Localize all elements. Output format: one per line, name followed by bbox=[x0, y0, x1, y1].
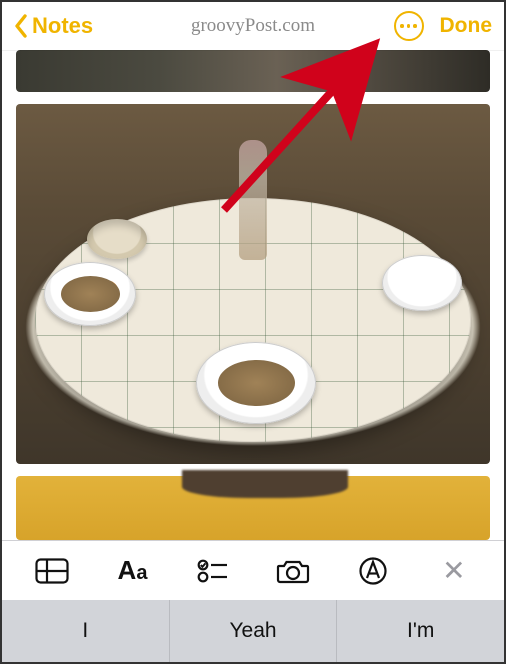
camera-button[interactable] bbox=[271, 549, 315, 593]
header-bar: Notes groovyPost.com Done bbox=[2, 2, 504, 50]
text-format-button[interactable]: Aa bbox=[110, 549, 154, 593]
table-icon bbox=[35, 558, 69, 584]
suggestion-item[interactable]: I'm bbox=[337, 600, 504, 662]
checklist-button[interactable] bbox=[191, 549, 235, 593]
checklist-icon bbox=[197, 558, 229, 584]
annotation-arrow bbox=[214, 50, 414, 235]
suggestion-item[interactable]: I bbox=[2, 600, 170, 662]
done-button[interactable]: Done bbox=[440, 14, 493, 38]
markup-icon bbox=[358, 556, 388, 586]
watermark-text: groovyPost.com bbox=[191, 15, 315, 37]
chevron-left-icon bbox=[14, 14, 28, 38]
suggestion-item[interactable]: Yeah bbox=[170, 600, 338, 662]
more-options-button[interactable] bbox=[394, 11, 424, 41]
text-format-icon: Aa bbox=[118, 555, 148, 586]
back-label: Notes bbox=[32, 13, 93, 39]
markup-button[interactable] bbox=[351, 549, 395, 593]
close-toolbar-button[interactable]: ✕ bbox=[432, 549, 476, 593]
keyboard-suggestions-bar: I Yeah I'm bbox=[2, 600, 504, 662]
table-button[interactable] bbox=[30, 549, 74, 593]
note-image[interactable] bbox=[16, 476, 490, 540]
close-icon: ✕ bbox=[442, 554, 465, 587]
formatting-toolbar: Aa ✕ bbox=[2, 540, 504, 600]
camera-icon bbox=[276, 558, 310, 584]
back-button[interactable]: Notes bbox=[14, 13, 93, 39]
